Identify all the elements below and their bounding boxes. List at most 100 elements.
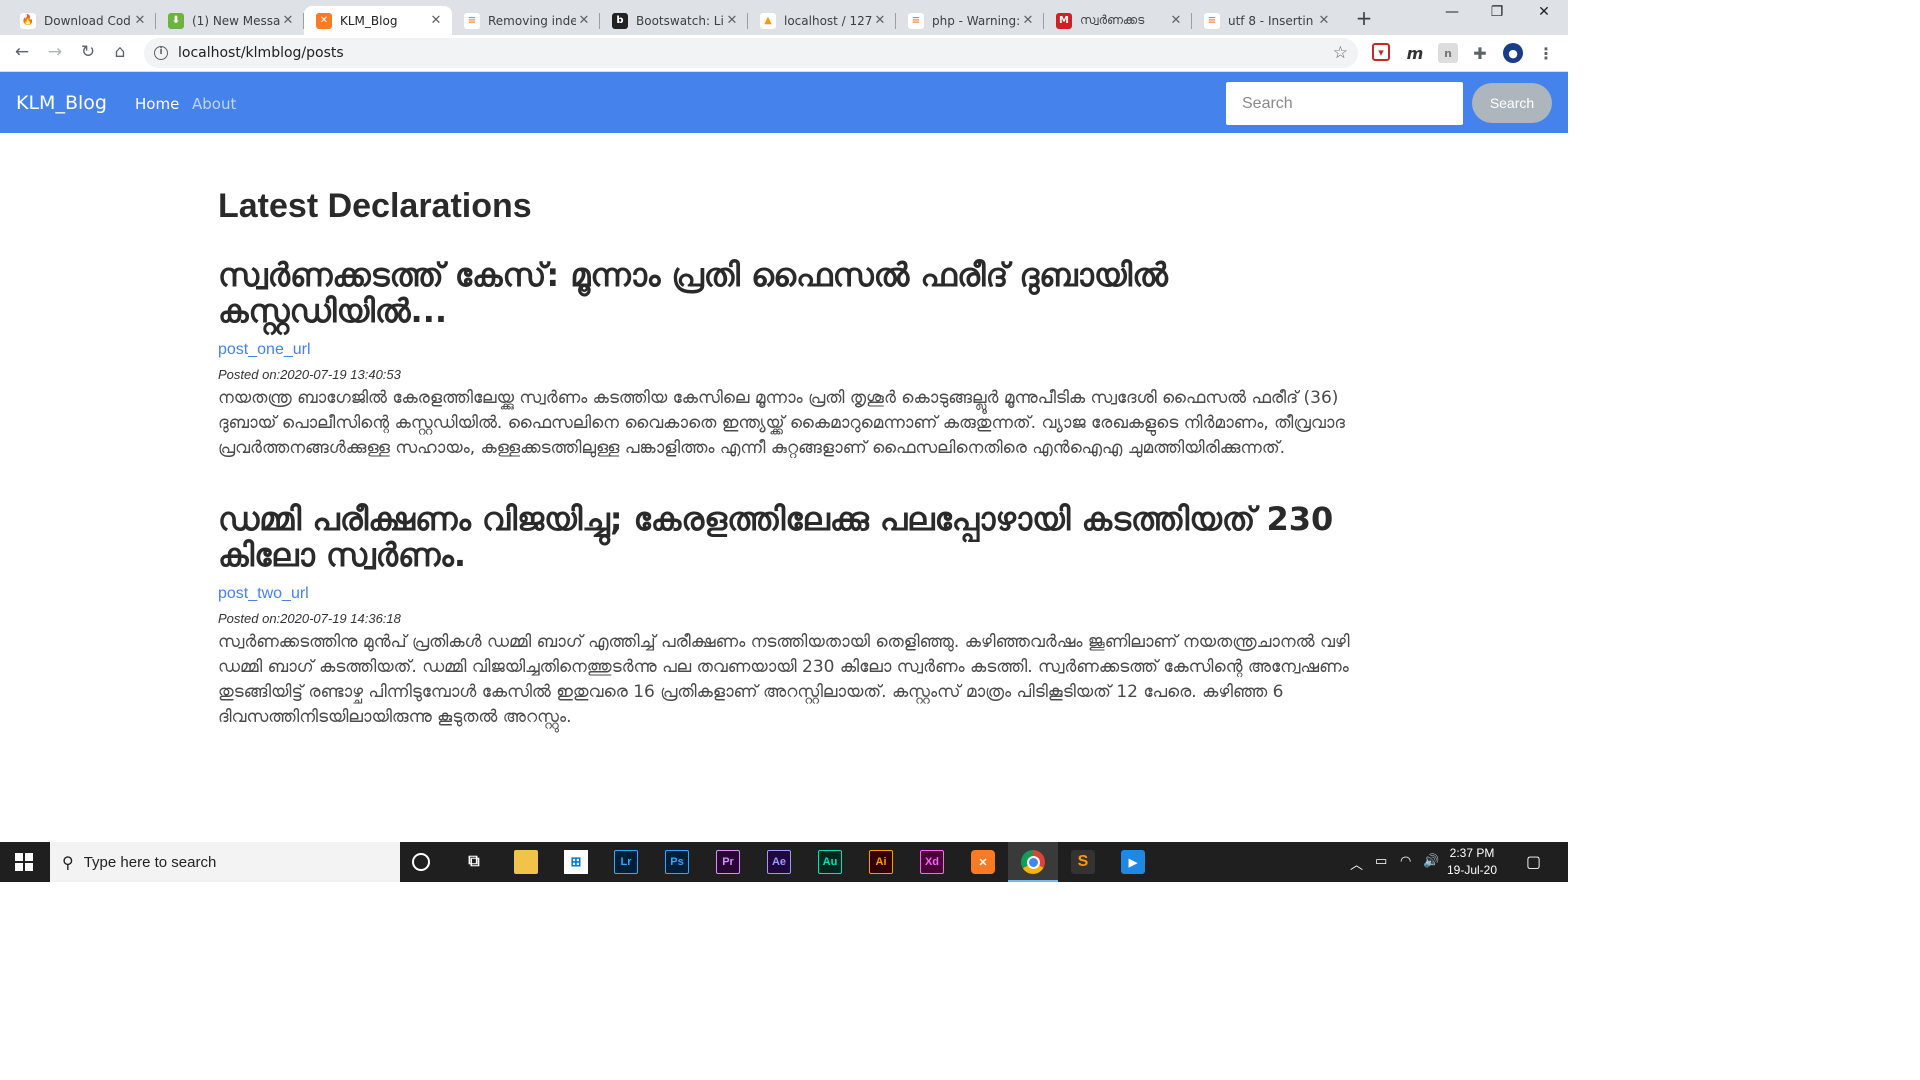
extension-placeholder-icon[interactable]: n	[1438, 43, 1458, 63]
search-icon: ⚲	[62, 852, 74, 872]
task-view-icon[interactable]: ⧉	[462, 850, 486, 874]
notification-icon[interactable]: ▢	[1526, 852, 1541, 871]
tab-title: localhost / 127	[784, 13, 872, 28]
tab-7[interactable]: ≡ php - Warning: ✕	[896, 6, 1044, 35]
post-title: ഡമ്മി പരീക്ഷണം വിജയിച്ചു; കേരളത്തിലേക്കു…	[218, 500, 1334, 574]
tab-6[interactable]: ▲ localhost / 127 ✕	[748, 6, 896, 35]
new-tab-button[interactable]: +	[1352, 6, 1376, 30]
post-item: ഡമ്മി പരീക്ഷണം വിജയിച്ചു; കേരളത്തിലേക്കു…	[218, 501, 1353, 730]
nav-link-about[interactable]: About	[192, 95, 236, 113]
phpmyadmin-icon: ▲	[760, 12, 776, 29]
maximize-button[interactable]: ❐	[1477, 4, 1517, 20]
battery-icon[interactable]: ▭	[1375, 854, 1387, 869]
store-icon[interactable]: ⊞	[564, 850, 588, 874]
chevron-up-icon[interactable]: ︿	[1350, 854, 1363, 873]
close-icon[interactable]: ✕	[280, 13, 296, 28]
chrome-icon[interactable]	[1021, 850, 1045, 874]
search-button[interactable]: Search	[1472, 83, 1552, 123]
clock-date: 19-Jul-20	[1446, 863, 1498, 877]
post-date: Posted on:2020-07-19 13:40:53	[218, 367, 401, 382]
back-arrow-icon[interactable]: ←	[12, 42, 32, 62]
window-close-button[interactable]: ✕	[1524, 4, 1564, 20]
pocket-extension-icon[interactable]: ▾	[1372, 43, 1390, 61]
sublime-text-icon[interactable]: S	[1071, 850, 1095, 874]
tab-2[interactable]: ⬇ (1) New Messa ✕	[156, 6, 304, 35]
illustrator-icon[interactable]: Ai	[869, 850, 893, 874]
media-app-icon[interactable]: ▶	[1121, 850, 1145, 874]
post-title: സ്വർണക്കടത്ത് കേസ്: മൂന്നാം പ്രതി ഫൈസൽ ഫ…	[218, 256, 1168, 330]
windows-logo-icon	[15, 853, 33, 871]
tab-4[interactable]: ≡ Removing inde ✕	[452, 6, 600, 35]
premiere-icon[interactable]: Pr	[716, 850, 740, 874]
file-explorer-icon[interactable]	[514, 850, 538, 874]
minimize-button[interactable]: —	[1432, 4, 1472, 20]
close-icon[interactable]: ✕	[428, 13, 444, 28]
close-icon[interactable]: ✕	[1020, 13, 1036, 28]
clock-time: 2:37 PM	[1449, 846, 1495, 860]
xampp-icon: ✕	[316, 12, 332, 29]
after-effects-icon[interactable]: Ae	[767, 850, 791, 874]
stackoverflow-icon: ≡	[1204, 12, 1220, 29]
news-site-icon: M	[1056, 12, 1072, 29]
post-body: സ്വർണക്കടത്തിനു മുൻപ് പ്രതികൾ ഡമ്മി ബാഗ്…	[218, 632, 1350, 727]
tab-title: KLM_Blog	[340, 13, 398, 28]
cortana-icon[interactable]	[412, 853, 430, 871]
tab-title: utf 8 - Insertin	[1228, 13, 1314, 28]
tab-8[interactable]: M സ്വർണക്കട ✕	[1044, 6, 1192, 35]
audition-icon[interactable]: Au	[818, 850, 842, 874]
wifi-icon[interactable]: ◠	[1400, 854, 1411, 869]
tab-title: php - Warning:	[932, 13, 1020, 28]
browser-tab-strip: 🔥 Download Cod ✕ ⬇ (1) New Messa ✕ ✕ KLM…	[0, 0, 1568, 35]
nav-link-home[interactable]: Home	[135, 95, 179, 113]
post-link[interactable]: post_two_url	[218, 585, 1353, 603]
xampp-icon[interactable]: ✕	[971, 850, 995, 874]
search-input[interactable]	[1226, 82, 1463, 125]
windows-taskbar: ⚲ Type here to search ⧉ ⊞ Lr Ps Pr Ae Au…	[0, 842, 1568, 882]
tab-9[interactable]: ≡ utf 8 - Insertin ✕	[1192, 6, 1340, 35]
close-icon[interactable]: ✕	[724, 13, 740, 28]
stackoverflow-icon: ≡	[908, 12, 924, 29]
taskbar-search-text: Type here to search	[83, 853, 217, 871]
taskbar-search-box[interactable]: ⚲ Type here to search	[50, 842, 400, 882]
close-icon[interactable]: ✕	[1316, 13, 1332, 28]
navbar-brand[interactable]: KLM_Blog	[16, 92, 107, 114]
url-text[interactable]: localhost/klmblog/posts	[178, 45, 1333, 61]
profile-avatar[interactable]: ●	[1503, 43, 1523, 63]
post-link[interactable]: post_one_url	[218, 341, 1353, 359]
main-content: Latest Declarations സ്വർണക്കടത്ത് കേസ്: …	[218, 185, 1353, 730]
close-icon[interactable]: ✕	[872, 13, 888, 28]
close-icon[interactable]: ✕	[132, 13, 148, 28]
forward-arrow-icon[interactable]: →	[45, 42, 65, 62]
reload-icon[interactable]: ↻	[78, 42, 98, 62]
start-button[interactable]	[0, 842, 48, 882]
tab-5[interactable]: b Bootswatch: Lit ✕	[600, 6, 748, 35]
bootswatch-icon: b	[612, 12, 628, 29]
address-bar[interactable]: i localhost/klmblog/posts ☆	[144, 38, 1358, 68]
m-extension-icon[interactable]: m	[1405, 43, 1425, 63]
stackoverflow-icon: ≡	[464, 12, 480, 29]
bookmark-star-icon[interactable]: ☆	[1333, 43, 1348, 63]
close-icon[interactable]: ✕	[1168, 13, 1184, 28]
post-body: നയതന്ത്ര ബാഗേജിൽ കേരളത്തിലേയ്ക്കു സ്വർണം…	[218, 388, 1345, 458]
lightroom-icon[interactable]: Lr	[614, 850, 638, 874]
tab-title: (1) New Messa	[192, 13, 280, 28]
browser-toolbar: ← → ↻ ⌂ i localhost/klmblog/posts ☆ ▾ m …	[0, 35, 1568, 72]
puzzle-extensions-icon[interactable]: ✚	[1470, 43, 1490, 63]
system-clock[interactable]: 2:37 PM 19-Jul-20	[1440, 845, 1504, 879]
tab-1[interactable]: 🔥 Download Cod ✕	[8, 6, 156, 35]
volume-icon[interactable]: 🔊	[1423, 854, 1439, 869]
post-date: Posted on:2020-07-19 14:36:18	[218, 611, 401, 626]
tab-title: Bootswatch: Lit	[636, 13, 724, 28]
xd-icon[interactable]: Xd	[920, 850, 944, 874]
tab-3[interactable]: ✕ KLM_Blog ✕	[304, 6, 452, 35]
home-icon[interactable]: ⌂	[110, 42, 130, 62]
info-icon[interactable]: i	[154, 46, 168, 60]
photoshop-icon[interactable]: Ps	[665, 850, 689, 874]
close-icon[interactable]: ✕	[576, 13, 592, 28]
codeigniter-flame-icon: 🔥	[20, 12, 36, 29]
page-title: Latest Declarations	[218, 187, 532, 225]
tab-title: Removing inde	[488, 13, 576, 28]
site-navbar: KLM_Blog Home About Search	[0, 72, 1568, 133]
menu-kebab-icon[interactable]: ⋮	[1536, 43, 1556, 63]
green-arrow-icon: ⬇	[168, 12, 184, 29]
